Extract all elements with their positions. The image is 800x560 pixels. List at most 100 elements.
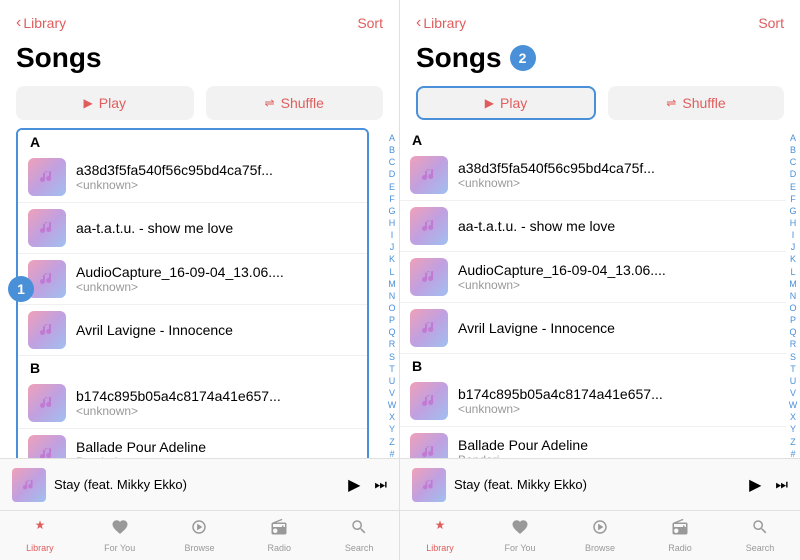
alpha-letter-J[interactable]: J	[390, 241, 395, 253]
alpha-letter-Z[interactable]: Z	[389, 436, 395, 448]
alpha-letter-B[interactable]: B	[790, 144, 796, 156]
alpha-letter-U[interactable]: U	[389, 375, 396, 387]
now-playing-bar[interactable]: Stay (feat. Mikky Ekko)▶⏭	[400, 458, 800, 510]
tab-library[interactable]: Library	[400, 511, 480, 560]
play-button[interactable]: ▶Play	[416, 86, 596, 120]
now-playing-bar[interactable]: Stay (feat. Mikky Ekko)▶⏭	[0, 458, 399, 510]
alpha-letter-M[interactable]: M	[789, 278, 797, 290]
list-outer: Aa38d3f5fa540f56c95bd4ca75f...<unknown>a…	[400, 128, 800, 458]
song-item[interactable]: Ballade Pour AdelineBandari	[18, 429, 367, 458]
tab-browse[interactable]: Browse	[160, 511, 240, 560]
alpha-letter-Z[interactable]: Z	[790, 436, 796, 448]
song-item[interactable]: a38d3f5fa540f56c95bd4ca75f...<unknown>	[400, 150, 786, 201]
song-item[interactable]: AudioCapture_16-09-04_13.06....<unknown>	[18, 254, 367, 305]
alpha-letter-K[interactable]: K	[389, 253, 395, 265]
back-button[interactable]: ‹Library	[416, 14, 466, 32]
tab-library[interactable]: Library	[0, 511, 80, 560]
alpha-letter-L[interactable]: L	[389, 266, 394, 278]
alpha-letter-P[interactable]: P	[790, 314, 796, 326]
now-playing-skip-button[interactable]: ⏭	[775, 476, 788, 493]
alpha-letter-F[interactable]: F	[389, 193, 395, 205]
list-outer: Aa38d3f5fa540f56c95bd4ca75f...<unknown>a…	[0, 128, 399, 458]
tab-search[interactable]: Search	[319, 511, 399, 560]
alpha-letter-U[interactable]: U	[790, 375, 797, 387]
shuffle-button[interactable]: ⇌Shuffle	[206, 86, 384, 120]
alpha-letter-Q[interactable]: Q	[789, 326, 796, 338]
alpha-letter-H[interactable]: H	[790, 217, 797, 229]
song-thumbnail	[28, 158, 66, 196]
alpha-letter-B[interactable]: B	[389, 144, 395, 156]
song-item[interactable]: Avril Lavigne - Innocence	[18, 305, 367, 356]
tab-radio[interactable]: Radio	[239, 511, 319, 560]
alpha-letter-O[interactable]: O	[388, 302, 395, 314]
alpha-letter-P[interactable]: P	[389, 314, 395, 326]
alpha-letter-Y[interactable]: Y	[790, 423, 796, 435]
alpha-letter-V[interactable]: V	[389, 387, 395, 399]
alpha-letter-#[interactable]: #	[389, 448, 394, 458]
alpha-letter-L[interactable]: L	[790, 266, 795, 278]
alpha-letter-E[interactable]: E	[389, 181, 395, 193]
shuffle-button[interactable]: ⇌Shuffle	[608, 86, 784, 120]
play-button[interactable]: ▶Play	[16, 86, 194, 120]
alpha-letter-G[interactable]: G	[388, 205, 395, 217]
search-tab-icon	[751, 518, 769, 541]
alpha-letter-E[interactable]: E	[790, 181, 796, 193]
alpha-letter-D[interactable]: D	[389, 168, 396, 180]
alpha-letter-R[interactable]: R	[790, 338, 797, 350]
alpha-letter-Y[interactable]: Y	[389, 423, 395, 435]
music-note-icon	[39, 395, 55, 411]
song-item[interactable]: Avril Lavigne - Innocence	[400, 303, 786, 354]
alpha-letter-N[interactable]: N	[389, 290, 396, 302]
alpha-index[interactable]: ABCDEFGHIJKLMNOPQRSTUVWXYZ#	[385, 128, 399, 458]
alpha-letter-F[interactable]: F	[790, 193, 796, 205]
alpha-letter-C[interactable]: C	[790, 156, 797, 168]
tab-browse[interactable]: Browse	[560, 511, 640, 560]
alpha-letter-A[interactable]: A	[389, 132, 395, 144]
back-button[interactable]: ‹Library	[16, 14, 66, 32]
alpha-letter-I[interactable]: I	[391, 229, 394, 241]
alpha-letter-N[interactable]: N	[790, 290, 797, 302]
song-info: Ballade Pour AdelineBandari	[458, 437, 776, 458]
alpha-letter-G[interactable]: G	[789, 205, 796, 217]
alpha-letter-S[interactable]: S	[790, 351, 796, 363]
alpha-letter-A[interactable]: A	[790, 132, 796, 144]
song-artist: <unknown>	[76, 280, 357, 294]
alpha-letter-V[interactable]: V	[790, 387, 796, 399]
song-item[interactable]: Ballade Pour AdelineBandari	[400, 427, 786, 458]
now-playing-skip-button[interactable]: ⏭	[374, 476, 387, 493]
tab-for-you[interactable]: For You	[480, 511, 560, 560]
alpha-letter-R[interactable]: R	[389, 338, 396, 350]
alpha-letter-K[interactable]: K	[790, 253, 796, 265]
alpha-letter-M[interactable]: M	[388, 278, 396, 290]
now-playing-play-button[interactable]: ▶	[749, 475, 761, 495]
alpha-letter-I[interactable]: I	[792, 229, 795, 241]
song-item[interactable]: b174c895b05a4c8174a41e657...<unknown>	[18, 378, 367, 429]
alpha-letter-T[interactable]: T	[389, 363, 395, 375]
song-item[interactable]: aa-t.a.t.u. - show me love	[18, 203, 367, 254]
alpha-letter-X[interactable]: X	[790, 411, 796, 423]
alpha-letter-W[interactable]: W	[388, 399, 397, 411]
alpha-letter-X[interactable]: X	[389, 411, 395, 423]
alpha-letter-#[interactable]: #	[790, 448, 795, 458]
tab-search[interactable]: Search	[720, 511, 800, 560]
tab-radio[interactable]: Radio	[640, 511, 720, 560]
alpha-letter-Q[interactable]: Q	[388, 326, 395, 338]
now-playing-play-button[interactable]: ▶	[348, 475, 360, 495]
alpha-letter-W[interactable]: W	[789, 399, 798, 411]
sort-button[interactable]: Sort	[758, 15, 784, 31]
alpha-letter-H[interactable]: H	[389, 217, 396, 229]
tab-for-you[interactable]: For You	[80, 511, 160, 560]
alpha-letter-C[interactable]: C	[389, 156, 396, 168]
song-item[interactable]: aa-t.a.t.u. - show me love	[400, 201, 786, 252]
alpha-letter-O[interactable]: O	[789, 302, 796, 314]
alpha-letter-T[interactable]: T	[790, 363, 796, 375]
song-item[interactable]: a38d3f5fa540f56c95bd4ca75f...<unknown>	[18, 152, 367, 203]
alpha-index[interactable]: ABCDEFGHIJKLMNOPQRSTUVWXYZ#	[786, 128, 800, 458]
song-item[interactable]: b174c895b05a4c8174a41e657...<unknown>	[400, 376, 786, 427]
alpha-letter-D[interactable]: D	[790, 168, 797, 180]
alpha-letter-S[interactable]: S	[389, 351, 395, 363]
sort-button[interactable]: Sort	[357, 15, 383, 31]
song-thumbnail	[28, 209, 66, 247]
song-item[interactable]: AudioCapture_16-09-04_13.06....<unknown>	[400, 252, 786, 303]
alpha-letter-J[interactable]: J	[791, 241, 796, 253]
